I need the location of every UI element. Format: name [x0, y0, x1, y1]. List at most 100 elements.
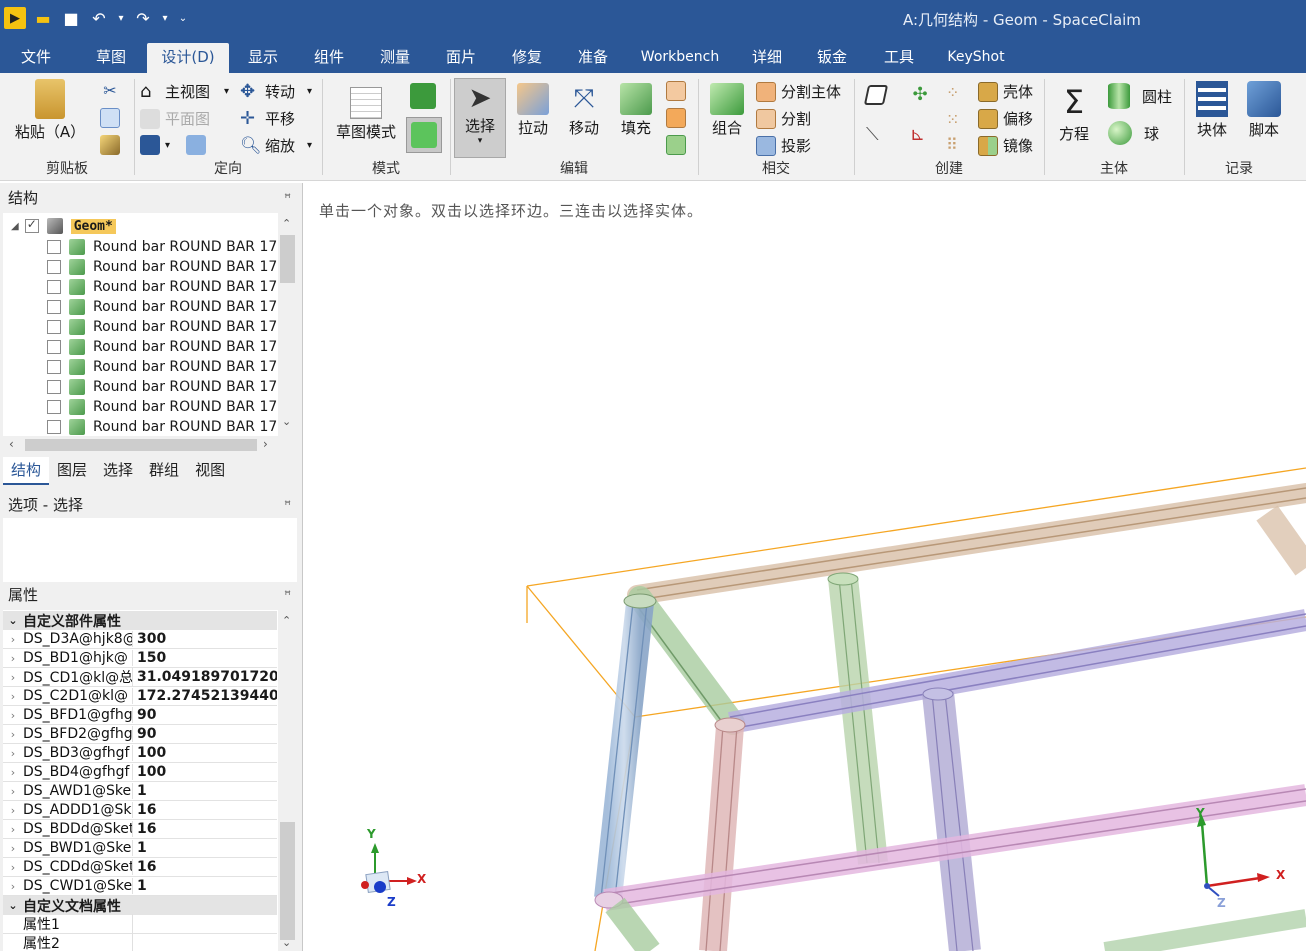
- view-cube-button[interactable]: ▾: [140, 135, 170, 155]
- property-value[interactable]: 90: [133, 707, 277, 723]
- cut-button[interactable]: ✂: [100, 81, 125, 101]
- tab-prepare[interactable]: 准备: [566, 43, 620, 73]
- property-row[interactable]: › DS_BD4@gfhgf 100: [3, 763, 277, 782]
- pattern-circular-button[interactable]: ⁙: [946, 110, 971, 130]
- property-row[interactable]: 属性1: [3, 914, 277, 934]
- property-row[interactable]: › DS_BD1@hjk@ 150: [3, 649, 277, 668]
- property-row[interactable]: › DS_BFD1@gfhg 90: [3, 706, 277, 725]
- property-row[interactable]: 属性2: [3, 933, 277, 951]
- tree-root[interactable]: ◢ ✓ Geom*: [11, 216, 116, 236]
- visibility-checkbox[interactable]: [47, 300, 61, 314]
- 3d-viewport[interactable]: 单击一个对象。双击以选择环边。三连击以选择实体。 Y X Z Y X Z: [305, 183, 1306, 951]
- fill-button[interactable]: 填充: [612, 83, 660, 138]
- visibility-checkbox[interactable]: [47, 380, 61, 394]
- tree-item[interactable]: Round bar ROUND BAR 17(1: [47, 277, 292, 297]
- property-value[interactable]: 16: [133, 821, 277, 837]
- collapse-triangle-icon[interactable]: ◢: [11, 221, 19, 232]
- expand-chevron-icon[interactable]: ›: [3, 747, 23, 760]
- scroll-up-icon[interactable]: ⌃: [282, 614, 291, 627]
- tab-structure[interactable]: 结构: [3, 457, 50, 485]
- round-bar-blue-vertical[interactable]: [594, 593, 657, 900]
- round-bar-tan-vertical[interactable]: [1256, 505, 1306, 576]
- property-value[interactable]: 100: [133, 764, 277, 780]
- visibility-checkbox[interactable]: [47, 360, 61, 374]
- pan-button[interactable]: ✛ 平移: [240, 108, 295, 129]
- edit-tool-1-button[interactable]: [666, 81, 691, 101]
- round-bar-purple-vertical[interactable]: [922, 687, 981, 951]
- property-row[interactable]: › DS_CD1@kl@总 31.0491897017206: [3, 667, 277, 687]
- project-button[interactable]: 投影: [756, 135, 811, 156]
- property-row[interactable]: › DS_CDDd@Sket 16: [3, 858, 277, 877]
- expand-chevron-icon[interactable]: ›: [3, 709, 23, 722]
- undo-icon[interactable]: ↶: [88, 7, 110, 29]
- move-button[interactable]: ⤧ 移动: [560, 83, 608, 138]
- pattern-line-button[interactable]: ⁘: [946, 83, 971, 103]
- home-view-button[interactable]: ⌂ 主视图 ▾: [140, 81, 229, 102]
- tab-groups[interactable]: 群组: [141, 457, 187, 485]
- pattern-grid-button[interactable]: ⠿: [946, 135, 971, 155]
- tab-views[interactable]: 视图: [187, 457, 233, 485]
- scroll-up-icon[interactable]: ⌃: [282, 217, 291, 230]
- property-value[interactable]: 300: [133, 631, 277, 647]
- split-body-button[interactable]: 分割主体: [756, 81, 841, 102]
- save-icon[interactable]: ■: [60, 7, 82, 29]
- tree-horizontal-scrollbar[interactable]: ‹ ›: [3, 436, 297, 454]
- script-button[interactable]: 脚本: [1240, 81, 1288, 140]
- expand-chevron-icon[interactable]: ›: [3, 671, 23, 684]
- origin-button[interactable]: ⊾: [910, 125, 935, 145]
- round-bar-tan-top[interactable]: [627, 483, 1306, 605]
- properties-vertical-scrollbar[interactable]: ⌃ ⌄: [278, 610, 297, 951]
- tab-assembly[interactable]: 组件: [302, 43, 356, 73]
- property-row[interactable]: › DS_CWD1@Ske 1: [3, 877, 277, 896]
- visibility-checkbox[interactable]: [47, 420, 61, 434]
- expand-chevron-icon[interactable]: ›: [3, 633, 23, 646]
- customize-qat-icon[interactable]: ⌄: [176, 7, 190, 29]
- property-category[interactable]: ⌄ 自定义部件属性: [3, 611, 277, 630]
- property-value[interactable]: 16: [133, 802, 277, 818]
- format-painter-button[interactable]: [100, 135, 125, 155]
- equation-button[interactable]: Σ 方程: [1050, 83, 1098, 144]
- scroll-left-icon[interactable]: ‹: [9, 437, 14, 451]
- block-record-button[interactable]: 块体: [1190, 81, 1234, 140]
- model-canvas[interactable]: Y X Z Y X Z: [305, 183, 1306, 951]
- property-row[interactable]: › DS_AWD1@Ske 1: [3, 782, 277, 801]
- visibility-checkbox[interactable]: [47, 280, 61, 294]
- scroll-down-icon[interactable]: ⌄: [282, 415, 291, 428]
- tree-item[interactable]: Round bar ROUND BAR 17(1: [47, 237, 292, 257]
- expand-chevron-icon[interactable]: ›: [3, 823, 23, 836]
- property-value[interactable]: 150: [133, 650, 277, 666]
- plane-button[interactable]: [863, 85, 891, 105]
- split-button[interactable]: 分割: [756, 108, 811, 129]
- undo-dropdown-icon[interactable]: ▾: [116, 7, 126, 29]
- pin-icon[interactable]: ꟸ: [284, 492, 291, 518]
- plan-view-button[interactable]: 平面图: [140, 108, 210, 129]
- redo-dropdown-icon[interactable]: ▾: [160, 7, 170, 29]
- expand-chevron-icon[interactable]: ›: [3, 652, 23, 665]
- tree-item[interactable]: Round bar ROUND BAR 17(1: [47, 337, 292, 357]
- round-bar-pink-vertical[interactable]: [699, 717, 746, 951]
- property-row[interactable]: › DS_BDDd@Sket 16: [3, 820, 277, 839]
- property-value[interactable]: 90: [133, 726, 277, 742]
- property-category[interactable]: ⌄ 自定义文档属性: [3, 896, 277, 915]
- sphere-button[interactable]: 球: [1108, 121, 1159, 145]
- visibility-checkbox[interactable]: [47, 240, 61, 254]
- sketch-mode-button[interactable]: 草图模式: [330, 87, 402, 142]
- expand-chevron-icon[interactable]: ›: [3, 785, 23, 798]
- tab-design[interactable]: 设计(D): [147, 43, 229, 73]
- tree-item[interactable]: Round bar ROUND BAR 17(1: [47, 377, 292, 397]
- property-row[interactable]: › DS_BFD2@gfhg 90: [3, 725, 277, 744]
- tree-item[interactable]: Round bar ROUND BAR 17(1: [47, 357, 292, 377]
- snap-view-button[interactable]: [186, 135, 211, 155]
- select-button[interactable]: ➤ 选择 ▾: [454, 78, 506, 158]
- property-row[interactable]: › DS_BWD1@Ske 1: [3, 839, 277, 858]
- edit-tool-2-button[interactable]: [666, 108, 691, 128]
- round-bar-purple-middle[interactable]: [728, 609, 1306, 734]
- scroll-right-icon[interactable]: ›: [263, 437, 268, 451]
- property-value[interactable]: 1: [133, 840, 277, 856]
- collapse-chevron-icon[interactable]: ⌄: [3, 614, 23, 627]
- root-checkbox[interactable]: ✓: [24, 217, 39, 233]
- section-mode-button[interactable]: [410, 83, 441, 109]
- redo-icon[interactable]: ↷: [132, 7, 154, 29]
- tab-sketch[interactable]: 草图: [82, 43, 140, 73]
- tab-sheet-metal[interactable]: 钣金: [805, 43, 859, 73]
